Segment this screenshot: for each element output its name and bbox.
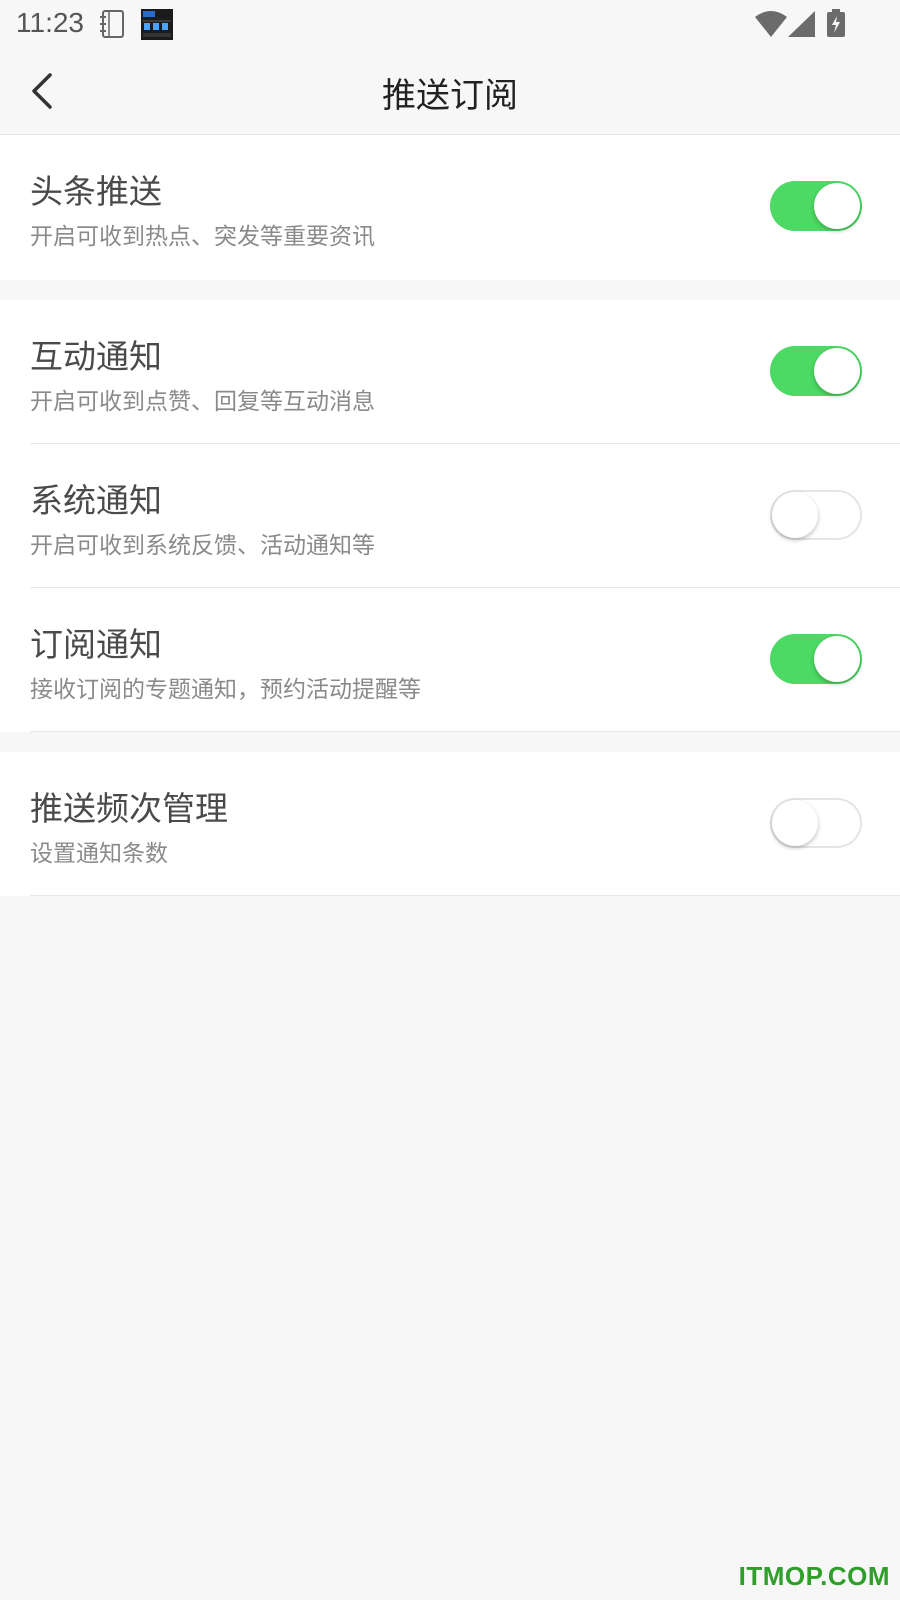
status-time: 11:23 xyxy=(16,7,84,38)
notebook-icon xyxy=(100,10,124,38)
row-divider xyxy=(30,895,900,896)
toggle-knob xyxy=(772,492,818,538)
push-frequency-toggle[interactable] xyxy=(770,798,862,848)
toggle-knob xyxy=(814,348,860,394)
battery-charging-icon xyxy=(827,9,845,37)
setting-subtitle: 开启可收到点赞、回复等互动消息 xyxy=(30,389,375,415)
setting-subtitle: 开启可收到热点、突发等重要资讯 xyxy=(30,224,375,250)
settings-group-frequency: 推送频次管理 设置通知条数 xyxy=(0,752,900,896)
toggle-knob xyxy=(772,800,818,846)
setting-row-interaction-notice: 互动通知 开启可收到点赞、回复等互动消息 xyxy=(0,300,900,444)
setting-title: 推送频次管理 xyxy=(30,789,228,828)
setting-row-headline-push: 头条推送 开启可收到热点、突发等重要资讯 xyxy=(0,135,900,279)
status-bar: 11:23 xyxy=(0,0,900,48)
wifi-icon xyxy=(755,11,787,37)
watermark: ITMOP.COM xyxy=(738,1561,890,1591)
setting-subtitle: 设置通知条数 xyxy=(30,841,168,867)
interaction-notice-toggle[interactable] xyxy=(770,346,862,396)
setting-row-subscription-notice: 订阅通知 接收订阅的专题通知，预约活动提醒等 xyxy=(0,588,900,732)
row-divider xyxy=(30,731,900,732)
setting-title: 系统通知 xyxy=(30,481,162,520)
toggle-knob xyxy=(814,636,860,682)
setting-title: 头条推送 xyxy=(30,172,162,211)
settings-group-headlines: 头条推送 开启可收到热点、突发等重要资讯 xyxy=(0,135,900,280)
setting-subtitle: 开启可收到系统反馈、活动通知等 xyxy=(30,533,375,559)
toggle-knob xyxy=(814,183,860,229)
setting-title: 互动通知 xyxy=(30,337,162,376)
page-title: 推送订阅 xyxy=(382,76,518,116)
setting-subtitle: 接收订阅的专题通知，预约活动提醒等 xyxy=(30,677,421,703)
push-subscription-screen: 11:23 推送订阅 头条推送 开启可收到热点、突发等重要资讯 互动通知 开启可… xyxy=(0,0,900,1600)
title-bar: 推送订阅 xyxy=(0,48,900,135)
settings-group-notifications: 互动通知 开启可收到点赞、回复等互动消息 系统通知 开启可收到系统反馈、活动通知… xyxy=(0,300,900,732)
clock-widget-icon xyxy=(141,9,173,40)
subscription-notice-toggle[interactable] xyxy=(770,634,862,684)
signal-icon xyxy=(788,11,815,37)
setting-row-push-frequency: 推送频次管理 设置通知条数 xyxy=(0,752,900,896)
headline-push-toggle[interactable] xyxy=(770,181,862,231)
system-notice-toggle[interactable] xyxy=(770,490,862,540)
setting-row-system-notice: 系统通知 开启可收到系统反馈、活动通知等 xyxy=(0,444,900,588)
setting-title: 订阅通知 xyxy=(30,625,162,664)
